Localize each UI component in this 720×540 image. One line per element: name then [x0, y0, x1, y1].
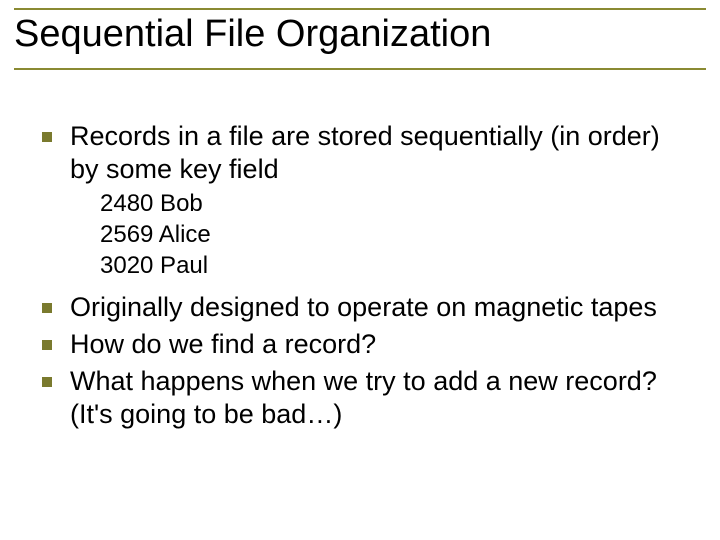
slide: Sequential File Organization Records in …: [0, 0, 720, 540]
record-item: 2569 Alice: [100, 219, 690, 250]
record-item: 3020 Paul: [100, 250, 690, 281]
title-wrap: Sequential File Organization: [14, 6, 706, 58]
bullet-item: How do we find a record?: [40, 328, 690, 361]
bullet-text: What happens when we try to add a new re…: [70, 366, 657, 429]
bullet-item: Records in a file are stored sequentiall…: [40, 120, 690, 281]
bullet-text: Records in a file are stored sequentiall…: [70, 121, 660, 184]
body: Records in a file are stored sequentiall…: [40, 120, 690, 435]
bullet-text: Originally designed to operate on magnet…: [70, 292, 657, 322]
bullet-item: Originally designed to operate on magnet…: [40, 291, 690, 324]
bullet-item: What happens when we try to add a new re…: [40, 365, 690, 431]
record-item: 2480 Bob: [100, 188, 690, 219]
record-list: 2480 Bob 2569 Alice 3020 Paul: [70, 188, 690, 282]
title-rule-bottom: [14, 68, 706, 70]
bullet-text: How do we find a record?: [70, 329, 376, 359]
slide-title: Sequential File Organization: [14, 12, 499, 58]
bullet-list: Records in a file are stored sequentiall…: [40, 120, 690, 431]
